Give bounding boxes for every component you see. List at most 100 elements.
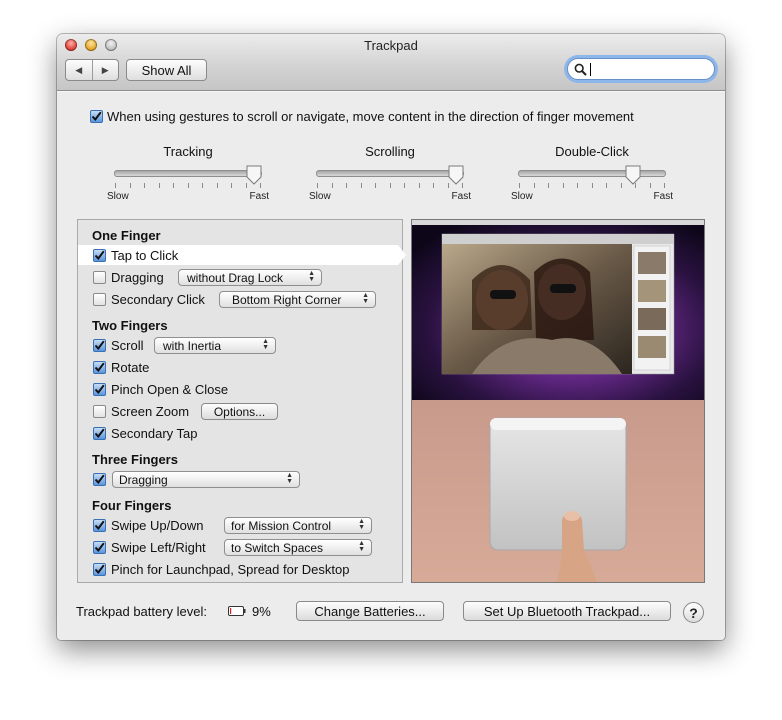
change-batteries-button[interactable]: Change Batteries... [296, 601, 444, 621]
slider-tick [534, 183, 535, 188]
slider-tick [144, 183, 145, 188]
secondary-click-popup-value: Bottom Right Corner [232, 292, 342, 307]
tap-to-click-label: Tap to Click [111, 247, 179, 263]
secondary-click-popup[interactable]: Bottom Right Corner ▲ ▼ [219, 291, 376, 308]
swipe-up-down-row[interactable]: Swipe Up/Down [93, 515, 204, 535]
rotate-checkbox[interactable] [93, 360, 106, 374]
double-click-track[interactable] [518, 165, 666, 185]
screen-zoom-row[interactable]: Screen Zoom [93, 401, 189, 421]
back-arrow-icon[interactable]: ◀ [66, 60, 93, 80]
slider-tick [159, 183, 160, 188]
launchpad-row[interactable]: Pinch for Launchpad, Spread for Desktop [93, 559, 349, 579]
popup-arrows-icon: ▲ ▼ [358, 540, 365, 553]
three-finger-popup[interactable]: Dragging ▲ ▼ [112, 471, 300, 488]
tap-to-click-row[interactable]: Tap to Click [78, 245, 406, 265]
scrolling-label: Scrolling [365, 144, 415, 159]
launchpad-checkbox[interactable] [93, 562, 106, 576]
rotate-row[interactable]: Rotate [93, 357, 149, 377]
title-bar: Trackpad ◀ ▶ Show All [57, 34, 725, 91]
three-fingers-header: Three Fingers [92, 452, 178, 467]
slider-tick [433, 183, 434, 188]
slider-tick [664, 183, 665, 188]
double-click-speed-slider[interactable]: Double-Click Slow Fast [511, 144, 673, 205]
secondary-click-row[interactable]: Secondary Click [93, 289, 205, 309]
popup-arrows-icon: ▲ ▼ [358, 518, 365, 531]
launchpad-label: Pinch for Launchpad, Spread for Desktop [111, 561, 350, 577]
forward-arrow-icon[interactable]: ▶ [93, 60, 119, 80]
slider-tick [548, 183, 549, 188]
slider-tick [577, 183, 578, 188]
double-click-thumb[interactable] [625, 165, 641, 185]
three-finger-row[interactable] [93, 469, 111, 489]
dragging-checkbox[interactable] [93, 270, 106, 284]
scrolling-speed-slider[interactable]: Scrolling Slow Fast [309, 144, 471, 205]
help-button[interactable]: ? [683, 602, 704, 623]
slider-tick [332, 183, 333, 188]
swipe-left-right-row[interactable]: Swipe Left/Right [93, 537, 206, 557]
title-separator [57, 91, 725, 92]
scroll-row[interactable]: Scroll [93, 335, 144, 355]
tracking-max-label: Fast [249, 191, 269, 202]
screen-zoom-checkbox[interactable] [93, 404, 106, 418]
gesture-list: One Finger Tap to Click Dragging without… [77, 219, 406, 583]
rotate-label: Rotate [111, 359, 150, 375]
scroll-inertia-popup[interactable]: with Inertia ▲ ▼ [154, 337, 276, 354]
dragging-row[interactable]: Dragging [93, 267, 164, 287]
scrolling-thumb[interactable] [448, 165, 464, 185]
slider-tick [419, 183, 420, 188]
drag-lock-popup[interactable]: without Drag Lock ▲ ▼ [178, 269, 322, 286]
window-title: Trackpad [364, 38, 418, 53]
double-click-min-label: Slow [511, 191, 533, 202]
battery-level-label: Trackpad battery level: [76, 604, 208, 619]
setup-bluetooth-trackpad-button[interactable]: Set Up Bluetooth Trackpad... [463, 601, 671, 621]
mission-control-popup[interactable]: for Mission Control ▲ ▼ [224, 517, 372, 534]
swipe-left-right-checkbox[interactable] [93, 540, 106, 554]
pinch-row[interactable]: Pinch Open & Close [93, 379, 228, 399]
popup-arrows-icon: ▲ ▼ [262, 338, 269, 351]
slider-tick [519, 183, 520, 188]
pinch-label: Pinch Open & Close [111, 381, 229, 397]
natural-scroll-option[interactable]: When using gestures to scroll or navigat… [90, 109, 634, 124]
double-click-ticks [519, 183, 665, 191]
natural-scroll-label: When using gestures to scroll or navigat… [107, 109, 634, 124]
battery-percent: 9% [252, 604, 271, 619]
secondary-tap-checkbox[interactable] [93, 426, 106, 440]
trackpad-preferences-window: Trackpad ◀ ▶ Show All When using gesture… [57, 34, 725, 640]
show-all-button[interactable]: Show All [126, 59, 207, 81]
tracking-track[interactable] [114, 165, 262, 185]
scroll-inertia-popup-value: with Inertia [163, 338, 222, 353]
scroll-checkbox[interactable] [93, 338, 106, 352]
screen-zoom-label: Screen Zoom [111, 403, 190, 419]
three-finger-checkbox[interactable] [93, 472, 106, 486]
three-finger-popup-value: Dragging [119, 472, 168, 487]
tap-to-click-checkbox[interactable] [93, 248, 106, 262]
tracking-min-label: Slow [107, 191, 129, 202]
four-fingers-header: Four Fingers [92, 498, 172, 513]
slider-tick [115, 183, 116, 188]
natural-scroll-checkbox[interactable] [90, 110, 103, 123]
slider-tick [621, 183, 622, 188]
gesture-preview-video [411, 219, 705, 583]
mission-control-popup-value: for Mission Control [231, 518, 332, 533]
slider-tick [592, 183, 593, 188]
slider-tick [260, 183, 261, 188]
tracking-speed-slider[interactable]: Tracking Slow Fast [107, 144, 269, 205]
scrolling-ticks [317, 183, 463, 191]
slider-tick [231, 183, 232, 188]
pinch-checkbox[interactable] [93, 382, 106, 396]
slider-tick [606, 183, 607, 188]
one-finger-header: One Finger [92, 228, 161, 243]
secondary-tap-row[interactable]: Secondary Tap [93, 423, 198, 443]
scrolling-track[interactable] [316, 165, 464, 185]
secondary-click-checkbox[interactable] [93, 292, 106, 306]
drag-lock-popup-value: without Drag Lock [187, 270, 284, 285]
swipe-up-down-checkbox[interactable] [93, 518, 106, 532]
switch-spaces-popup[interactable]: to Switch Spaces ▲ ▼ [224, 539, 372, 556]
zoom-options-button[interactable]: Options... [201, 403, 278, 420]
two-fingers-header: Two Fingers [92, 318, 168, 333]
search-field[interactable] [567, 58, 715, 80]
battery-icon [228, 606, 246, 616]
tracking-thumb[interactable] [246, 165, 262, 185]
scroll-label: Scroll [111, 337, 144, 353]
dragging-label: Dragging [111, 269, 164, 285]
